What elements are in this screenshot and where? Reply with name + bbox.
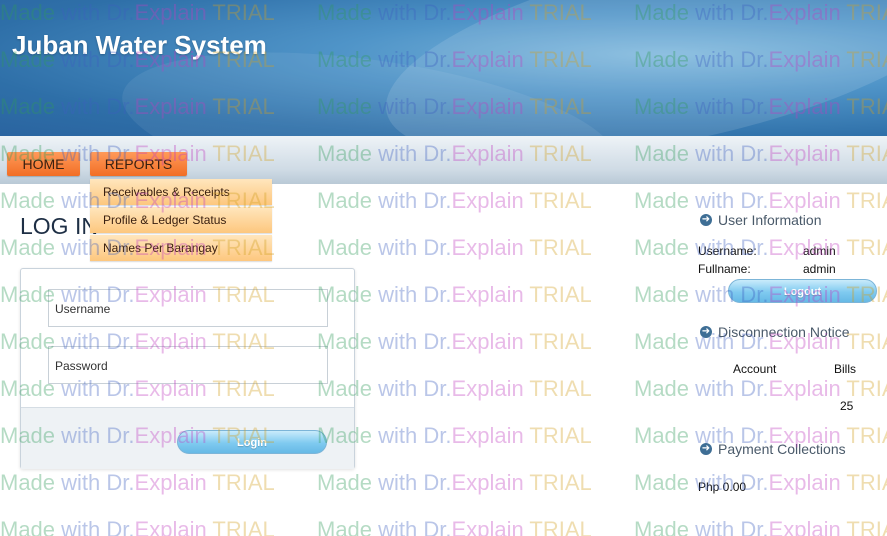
username-value: admin	[803, 244, 836, 258]
watermark-text: Made with Dr.Explain TRIAL	[317, 235, 592, 260]
payment-collections-heading-label: Payment Collections	[718, 441, 846, 457]
watermark-text: Made with Dr.Explain TRIAL	[317, 376, 592, 401]
watermark-text: Made with Dr.Explain TRIAL	[317, 423, 592, 448]
watermark-text: Made with Dr.Explain TRIAL	[634, 235, 887, 260]
login-button[interactable]: Login	[177, 430, 327, 454]
nav-reports-button[interactable]: REPORTS	[90, 152, 187, 176]
user-info-heading: ➜ User Information	[700, 211, 821, 229]
arrow-circle-icon: ➜	[700, 326, 712, 339]
fullname-value: admin	[803, 262, 836, 276]
logout-button[interactable]: Logout	[728, 279, 877, 303]
reports-dropdown-menu: Receivables & Receipts Profile & Ledger …	[90, 179, 272, 263]
username-label: Username:	[698, 244, 757, 258]
nav-home-button[interactable]: HOME	[7, 152, 80, 176]
payment-collections-heading: ➜ Payment Collections	[700, 440, 846, 458]
bills-column-header: Bills	[834, 362, 857, 376]
password-field[interactable]: Password	[48, 346, 328, 384]
app-title: Juban Water System	[12, 30, 267, 60]
watermark-text: Made with Dr.Explain TRIAL	[317, 282, 592, 307]
watermark-text: Made with Dr.Explain TRIAL	[317, 188, 592, 213]
menu-item-receivables-receipts[interactable]: Receivables & Receipts	[90, 179, 272, 205]
arrow-circle-icon: ➜	[700, 443, 712, 456]
watermark-row: Made with Dr.Explain TRIAL Made with Dr.E…	[0, 470, 887, 496]
disconnection-heading: ➜ Disconnection Notice	[700, 323, 850, 341]
disconnection-heading-label: Disconnection Notice	[718, 324, 850, 340]
menu-item-profile-ledger-status[interactable]: Profile & Ledger Status	[90, 207, 272, 233]
user-info-heading-label: User Information	[718, 212, 822, 228]
navigation-bar: HOME REPORTS	[0, 136, 887, 184]
watermark-text: Made with Dr.Explain TRIAL	[634, 470, 887, 495]
watermark-text: Made with Dr.Explain TRIAL	[317, 470, 592, 495]
watermark-text: Made with Dr.Explain TRIAL	[634, 517, 887, 536]
watermark-row: Made with Dr.Explain TRIAL Made with Dr.E…	[0, 517, 887, 536]
watermark-text: Made with Dr.Explain TRIAL	[317, 517, 592, 536]
account-column-header: Account	[733, 362, 777, 376]
watermark-text: Made with Dr.Explain TRIAL	[317, 329, 592, 354]
watermark-text: Made with Dr.Explain TRIAL	[0, 517, 275, 536]
payment-amount: Php 0.00	[698, 480, 747, 494]
username-field[interactable]: Username	[48, 289, 328, 327]
arrow-circle-icon: ➜	[700, 214, 712, 227]
page-title: LOG IN	[20, 213, 98, 239]
menu-item-names-per-barangay[interactable]: Names Per Barangay	[90, 235, 272, 261]
fullname-label: Fullname:	[698, 262, 751, 276]
watermark-text: Made with Dr.Explain TRIAL	[0, 470, 275, 495]
header-banner: Juban Water System	[0, 0, 887, 136]
bills-value: 25	[840, 399, 854, 413]
